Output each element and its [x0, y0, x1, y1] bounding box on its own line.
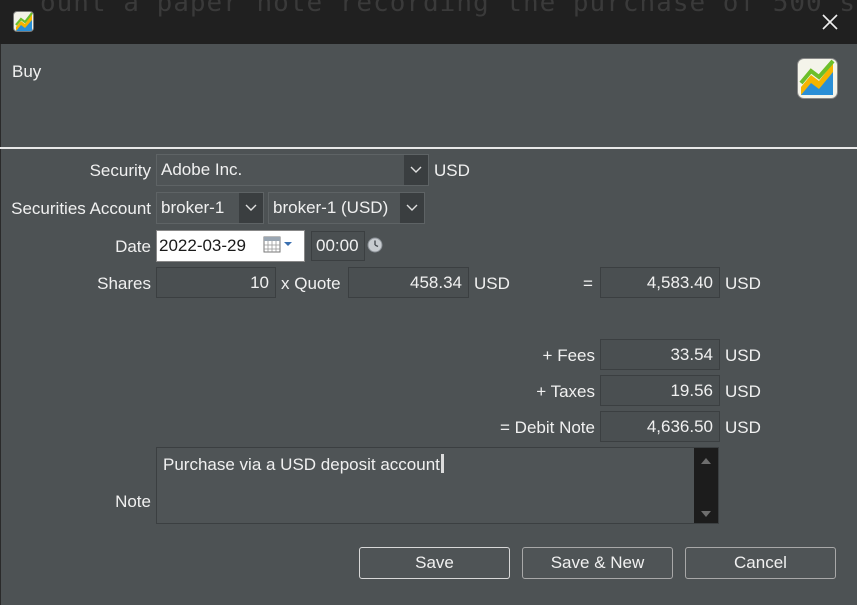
time-value: 00:00 [316, 236, 359, 255]
note-textarea[interactable]: Purchase via a USD deposit account [156, 447, 719, 524]
time-input[interactable]: 00:00 [311, 231, 365, 261]
text-cursor [440, 454, 444, 473]
security-value: Adobe Inc. [161, 160, 243, 179]
quote-input[interactable]: 458.34 [348, 267, 469, 298]
scroll-up-arrow-icon[interactable] [700, 457, 712, 465]
fees-currency: USD [725, 346, 761, 365]
scroll-down-arrow-icon[interactable] [700, 510, 712, 518]
chevron-down-icon[interactable] [239, 193, 263, 223]
quote-currency: USD [474, 274, 510, 293]
securities-account-label: Securities Account [11, 199, 151, 218]
calendar-button[interactable] [263, 236, 297, 254]
shares-value: 10 [250, 272, 269, 292]
fees-label: + Fees [542, 346, 595, 365]
taxes-input[interactable]: 19.56 [600, 375, 720, 406]
fees-value: 33.54 [670, 344, 713, 364]
cash-account-select[interactable]: broker-1 (USD) [268, 192, 425, 224]
debit-note-value: 4,636.50 [646, 416, 713, 436]
securities-account-value: broker-1 [161, 198, 225, 217]
shares-input[interactable]: 10 [156, 267, 276, 298]
note-text: Purchase via a USD deposit account [163, 455, 440, 474]
note-label: Note [115, 492, 151, 511]
save-and-new-button[interactable]: Save & New [522, 547, 673, 579]
debit-note-input[interactable]: 4,636.50 [600, 411, 720, 442]
debit-note-currency: USD [725, 418, 761, 437]
close-icon [822, 14, 838, 30]
shares-label: Shares [97, 274, 151, 293]
security-select[interactable]: Adobe Inc. [156, 154, 429, 186]
quote-label: x Quote [281, 274, 341, 293]
save-button[interactable]: Save [359, 547, 510, 579]
cancel-button[interactable]: Cancel [685, 547, 836, 579]
header-separator [0, 147, 857, 149]
date-value: 2022-03-29 [159, 236, 246, 255]
fees-input[interactable]: 33.54 [600, 339, 720, 370]
window-edge [0, 44, 1, 605]
note-scrollbar[interactable] [694, 448, 718, 523]
quote-value: 458.34 [410, 272, 462, 292]
title-bar: ount a paper note recording the purchase… [0, 0, 857, 44]
debit-note-label: = Debit Note [500, 418, 595, 437]
background-window-text: ount a paper note recording the purchase… [40, 0, 857, 18]
date-label: Date [115, 237, 151, 256]
securities-account-select[interactable]: broker-1 [156, 192, 264, 224]
chevron-down-icon[interactable] [400, 193, 424, 223]
taxes-value: 19.56 [670, 380, 713, 400]
equals-sign: = [583, 274, 593, 293]
taxes-label: + Taxes [536, 382, 595, 401]
app-chart-icon-large [797, 58, 838, 99]
total-input[interactable]: 4,583.40 [600, 267, 720, 298]
app-chart-icon [13, 11, 34, 32]
total-value: 4,583.40 [646, 272, 713, 292]
close-button[interactable] [812, 4, 848, 40]
chevron-down-icon[interactable] [404, 155, 428, 185]
calendar-icon [263, 236, 292, 253]
dialog-heading: Buy [12, 62, 42, 81]
clock-icon[interactable] [367, 237, 383, 253]
security-label: Security [89, 161, 151, 180]
cash-account-value: broker-1 (USD) [273, 198, 389, 217]
total-currency: USD [725, 274, 761, 293]
security-currency: USD [434, 161, 470, 180]
taxes-currency: USD [725, 382, 761, 401]
